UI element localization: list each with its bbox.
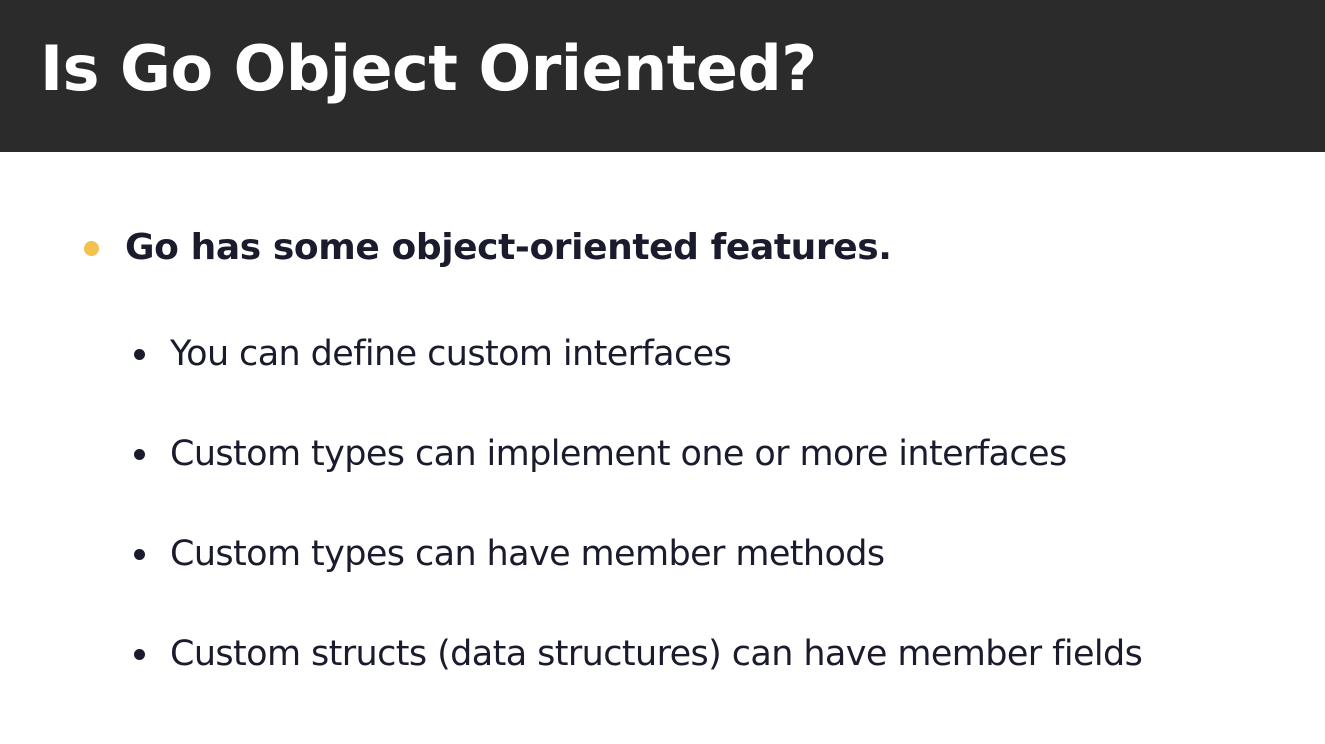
slide-title: Is Go Object Oriented? <box>40 32 817 105</box>
sub-bullet-item: You can define custom interfaces <box>134 326 1142 382</box>
sub-bullet-list: You can define custom interfaces Custom … <box>134 326 1143 682</box>
sub-bullet-text: Custom structs (data structures) can hav… <box>170 634 1143 674</box>
sub-bullet-item: Custom types can implement one or more i… <box>134 426 1142 482</box>
main-bullet-text: Go has some object-oriented features. <box>125 227 892 268</box>
slide: Is Go Object Oriented? Go has some objec… <box>0 0 1325 744</box>
sub-bullet-dot <box>134 548 145 560</box>
main-bullet: Go has some object-oriented features. <box>84 220 892 276</box>
sub-bullet-text: Custom types can implement one or more i… <box>170 434 1067 474</box>
sub-bullet-dot <box>134 448 145 460</box>
sub-bullet-item: Custom types can have member methods <box>134 526 1142 582</box>
slide-header: Is Go Object Oriented? <box>0 0 1325 152</box>
sub-bullet-dot <box>134 648 145 660</box>
sub-bullet-text: Custom types can have member methods <box>170 534 885 574</box>
main-bullet-dot <box>84 240 99 256</box>
sub-bullet-item: Custom structs (data structures) can hav… <box>134 626 1143 682</box>
sub-bullet-dot <box>134 348 145 360</box>
sub-bullet-text: You can define custom interfaces <box>170 334 732 374</box>
